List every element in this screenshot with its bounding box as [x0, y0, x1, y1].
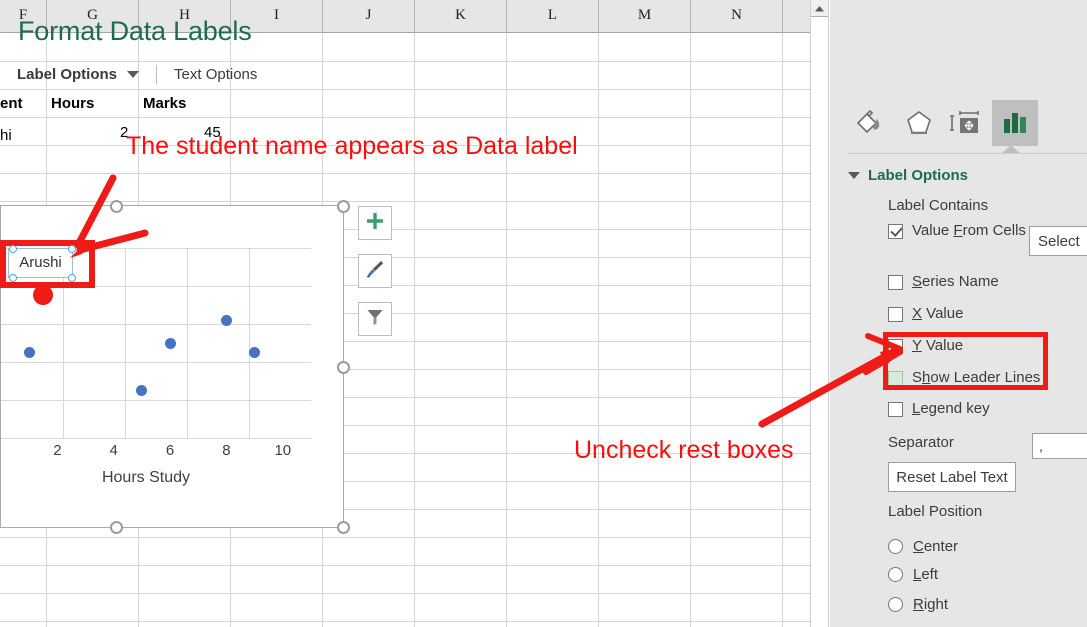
- annotation-arrows: [70, 174, 903, 428]
